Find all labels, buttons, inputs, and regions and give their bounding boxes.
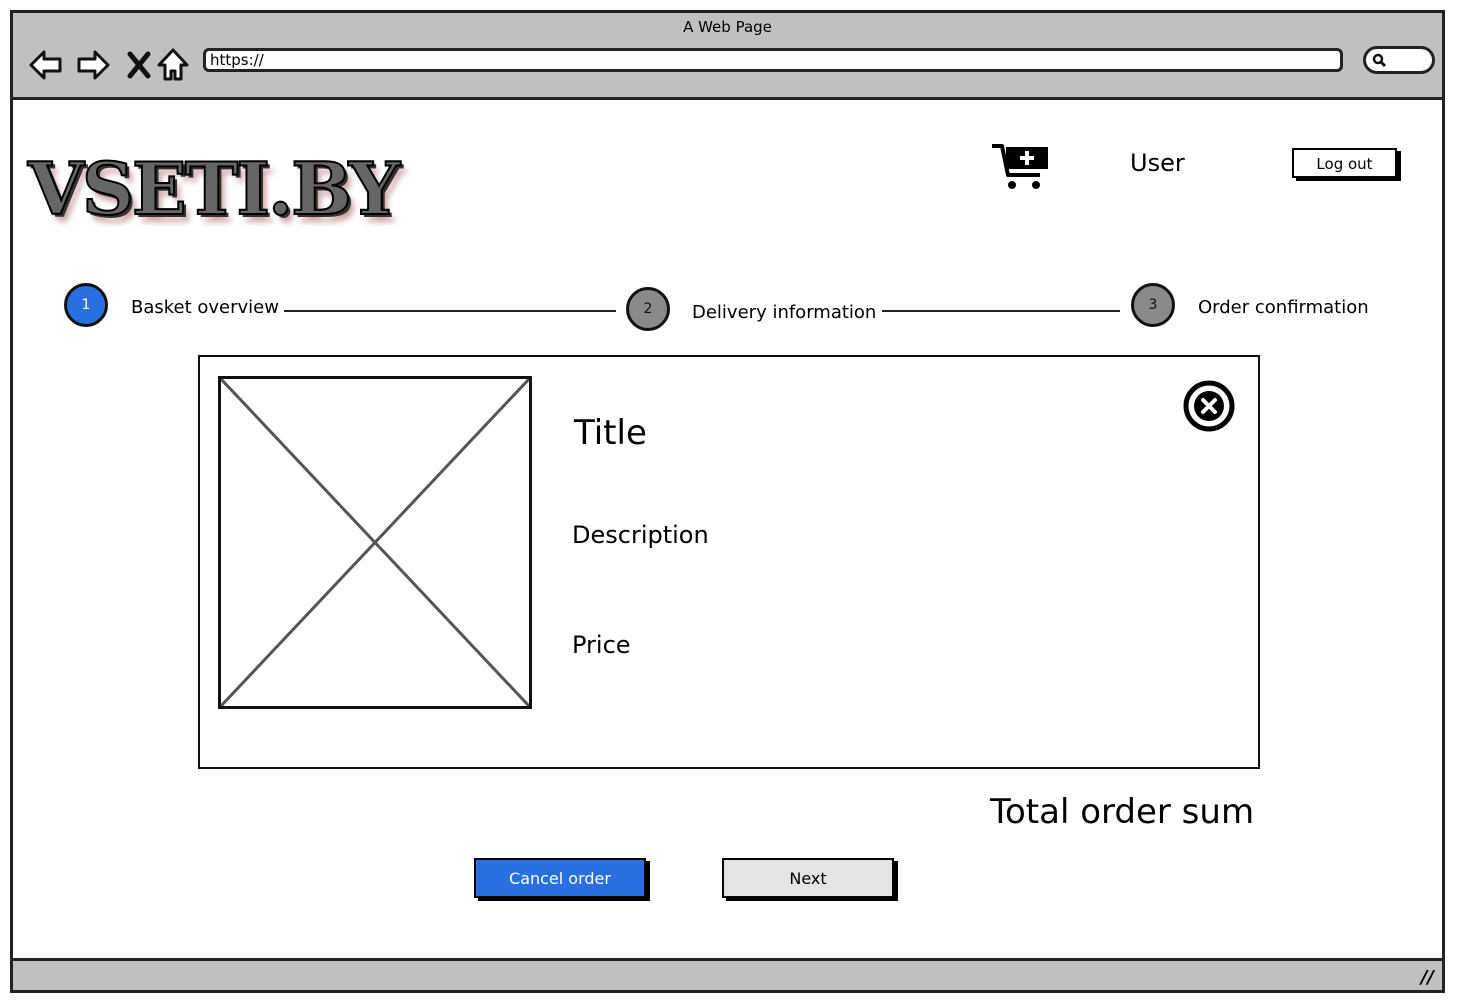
search-icon bbox=[1372, 53, 1387, 68]
window-title: A Web Page bbox=[683, 18, 772, 36]
step-2-label: Delivery information bbox=[692, 302, 877, 323]
basket-item-card: Title Description Price bbox=[198, 355, 1260, 769]
home-icon[interactable] bbox=[155, 47, 191, 83]
product-price: Price bbox=[572, 631, 631, 659]
user-name[interactable]: User bbox=[1130, 149, 1185, 177]
product-title: Title bbox=[574, 413, 647, 453]
status-bar: // bbox=[10, 958, 1445, 993]
browser-search-field[interactable] bbox=[1363, 46, 1435, 74]
logout-button[interactable]: Log out bbox=[1292, 148, 1397, 178]
step-3-indicator[interactable]: 3 bbox=[1131, 283, 1175, 327]
site-logo[interactable]: VSETI.BY bbox=[27, 145, 401, 232]
total-order-sum: Total order sum bbox=[990, 792, 1255, 832]
stop-icon[interactable] bbox=[121, 47, 157, 83]
url-input[interactable]: https:// bbox=[203, 48, 1343, 72]
product-image-placeholder bbox=[218, 376, 532, 709]
resize-handle-icon[interactable]: // bbox=[1421, 967, 1434, 988]
step-1-indicator[interactable]: 1 bbox=[64, 283, 108, 327]
image-placeholder-icon bbox=[221, 379, 529, 706]
product-description: Description bbox=[572, 521, 709, 549]
step-1-label: Basket overview bbox=[131, 297, 279, 318]
cancel-order-button[interactable]: Cancel order bbox=[474, 858, 646, 898]
next-button[interactable]: Next bbox=[722, 858, 894, 898]
step-2-indicator[interactable]: 2 bbox=[626, 287, 670, 331]
step-connector bbox=[882, 310, 1120, 312]
cart-add-icon[interactable] bbox=[990, 141, 1052, 193]
forward-arrow-icon[interactable] bbox=[75, 47, 111, 83]
remove-item-icon[interactable] bbox=[1182, 379, 1236, 433]
back-arrow-icon[interactable] bbox=[28, 47, 64, 83]
step-connector bbox=[284, 310, 616, 312]
step-3-label: Order confirmation bbox=[1198, 297, 1369, 318]
browser-toolbar: A Web Page https:// bbox=[10, 10, 1445, 100]
